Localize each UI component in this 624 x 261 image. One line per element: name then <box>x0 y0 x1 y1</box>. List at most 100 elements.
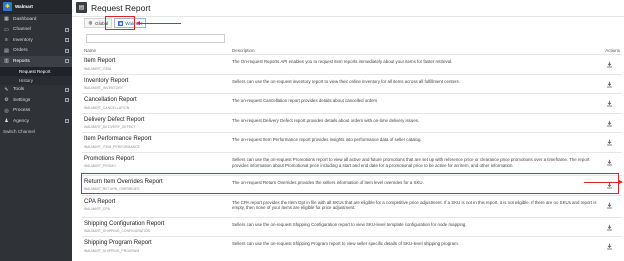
orders-icon: ▤ <box>4 47 9 54</box>
table-row: Delivery Defect Report WALMART_DELIVERY_… <box>82 112 622 133</box>
report-name: CPA Report <box>84 198 116 205</box>
download-icon[interactable] <box>606 202 613 209</box>
table-row: Cancellation Report WALMART_CANCELLATION… <box>82 93 622 113</box>
main-content: ▤ Request Report ◍ Global ■ Walmart Name… <box>72 0 624 261</box>
sidebar-item-channel[interactable]: ▭ Channel + <box>0 25 72 36</box>
table-row: Inventory Report WALMART_INVENTORY Selle… <box>82 73 622 94</box>
download-icon[interactable] <box>606 159 613 166</box>
expand-icon[interactable]: + <box>65 27 69 32</box>
column-header-description: Description <box>232 47 255 53</box>
report-description: The On-request Reports API enables you t… <box>232 59 453 64</box>
tab-highlight-arrow <box>136 20 181 26</box>
report-code: WALMART_SHIPPING_PROGRAM <box>84 248 140 253</box>
sidebar-item-settings[interactable]: ⚙ Settings + <box>0 95 72 106</box>
table-row: Item Report WALMART_ITEM The On-request … <box>82 54 622 74</box>
process-icon: ◎ <box>4 107 9 114</box>
sidebar-item-label: Settings <box>13 97 31 103</box>
reports-icon: ▥ <box>4 58 9 65</box>
row-highlight-arrow <box>584 179 623 185</box>
sidebar-item-label: Reports <box>13 58 30 64</box>
report-code: WALMART_PROMO <box>84 164 116 169</box>
download-icon[interactable] <box>606 81 613 88</box>
report-description: The CPA report provides the Item Opt in … <box>232 199 597 211</box>
table-row: Item Performance Report WALMART_ITEM_PER… <box>82 132 622 152</box>
search-input[interactable] <box>86 34 225 43</box>
sidebar-item-label: Dashboard <box>13 16 37 22</box>
expand-icon[interactable]: + <box>65 119 69 123</box>
expand-icon[interactable]: + <box>65 98 69 102</box>
sidebar-item-label: Orders <box>13 48 28 54</box>
report-name: Inventory Report <box>84 77 129 84</box>
sidebar-item-inventory[interactable]: ≡ Inventory + <box>0 35 72 46</box>
table-row: CPA Report WALMART_CPA The CPA report pr… <box>82 194 622 217</box>
report-code: WALMART_DELIVERY_DEFECT <box>84 125 136 130</box>
table-row: Shipping Configuration Report WALMART_SH… <box>82 216 622 237</box>
download-icon[interactable] <box>606 224 613 231</box>
download-icon[interactable] <box>606 243 613 250</box>
tab-highlight-box <box>105 16 135 30</box>
report-name: Item Report <box>84 58 116 64</box>
download-icon[interactable] <box>606 120 613 127</box>
report-name: Shipping Configuration Report <box>84 220 165 227</box>
sidebar-item-label: Channel <box>13 27 31 33</box>
sidebar: ✱ Walmart ▦ Dashboard ▭ Channel + ≡ Inve… <box>0 0 72 261</box>
sidebar-item-dashboard[interactable]: ▦ Dashboard <box>0 14 72 25</box>
expand-icon[interactable]: + <box>65 87 69 92</box>
report-name: Shipping Program Report <box>84 240 152 247</box>
column-header-name: Name <box>84 47 97 53</box>
expand-icon[interactable]: + <box>65 48 69 53</box>
collapse-icon[interactable]: − <box>65 59 69 63</box>
sidebar-item-agency[interactable]: ♟ Agency + <box>0 116 72 127</box>
report-description: The on-request Item Performance report p… <box>232 137 422 143</box>
report-code: WALMART_CPA <box>84 207 110 212</box>
sidebar-subitem-request-report[interactable]: Request Report <box>0 66 72 76</box>
sidebar-item-reports[interactable]: ▥ Reports − <box>0 56 72 67</box>
channel-name: Walmart <box>15 4 33 9</box>
report-description: Sellers can use the on-request Shipping … <box>232 241 459 247</box>
sidebar-item-label: Process <box>13 108 31 114</box>
channel-selector[interactable]: ✱ Walmart <box>0 0 72 14</box>
download-icon[interactable] <box>606 61 613 68</box>
report-table: Item Report WALMART_ITEM The On-request … <box>82 54 622 256</box>
report-description: Sellers can use the on-request Promotion… <box>232 156 590 168</box>
table-header: Name Description Actions <box>82 46 622 54</box>
report-code: WALMART_CANCELLATION <box>84 105 130 110</box>
report-name: Delivery Defect Report <box>84 116 145 123</box>
sidebar-subitem-label: Request Report <box>19 68 51 74</box>
report-name: Cancellation Report <box>84 97 137 104</box>
agency-icon: ♟ <box>4 118 9 125</box>
report-code: WALMART_SHIPPING_CONFIGURATION <box>84 229 151 234</box>
report-code: WALMART_INVENTORY <box>84 86 123 91</box>
dashboard-icon: ▦ <box>4 16 9 23</box>
table-row: Shipping Program Report WALMART_SHIPPING… <box>82 236 622 256</box>
sidebar-item-label: Agency <box>13 118 29 124</box>
report-code: WALMART_ITEM_PERFORMANCE <box>84 144 140 149</box>
row-highlight-box <box>81 173 619 194</box>
globe-icon: ◍ <box>88 20 93 25</box>
report-description: The on-request Cancellation report provi… <box>232 98 378 104</box>
switch-channel-label: Switch Channel <box>3 129 35 134</box>
gear-icon: ⚙ <box>4 97 9 104</box>
download-icon[interactable] <box>606 139 613 146</box>
sidebar-subitem-history[interactable]: History <box>0 75 72 85</box>
report-description: Sellers can use the on-request inventory… <box>232 78 460 84</box>
sidebar-item-label: Tools <box>13 87 25 93</box>
expand-icon[interactable]: + <box>65 38 69 42</box>
table-row: Promotions Report WALMART_PROMO Sellers … <box>82 151 622 175</box>
switch-channel-link[interactable]: Switch Channel <box>0 127 72 137</box>
page-header: ▤ Request Report <box>76 1 151 14</box>
sidebar-item-process[interactable]: ◎ Process <box>0 106 72 117</box>
inventory-icon: ≡ <box>5 37 8 44</box>
sidebar-subitem-label: History <box>19 77 34 83</box>
sidebar-item-label: Inventory <box>13 37 33 43</box>
header-divider <box>72 16 624 17</box>
page-title: Request Report <box>91 2 151 13</box>
sidebar-item-orders[interactable]: ▤ Orders + <box>0 46 72 57</box>
report-name: Item Performance Report <box>84 136 152 143</box>
report-code: WALMART_ITEM <box>84 66 112 71</box>
download-icon[interactable] <box>606 100 613 107</box>
cart-icon: ▭ <box>4 26 9 33</box>
sidebar-item-tools[interactable]: ✎ Tools + <box>0 85 72 96</box>
walmart-spark-icon: ✱ <box>3 2 12 11</box>
column-header-actions: Actions <box>605 47 620 53</box>
